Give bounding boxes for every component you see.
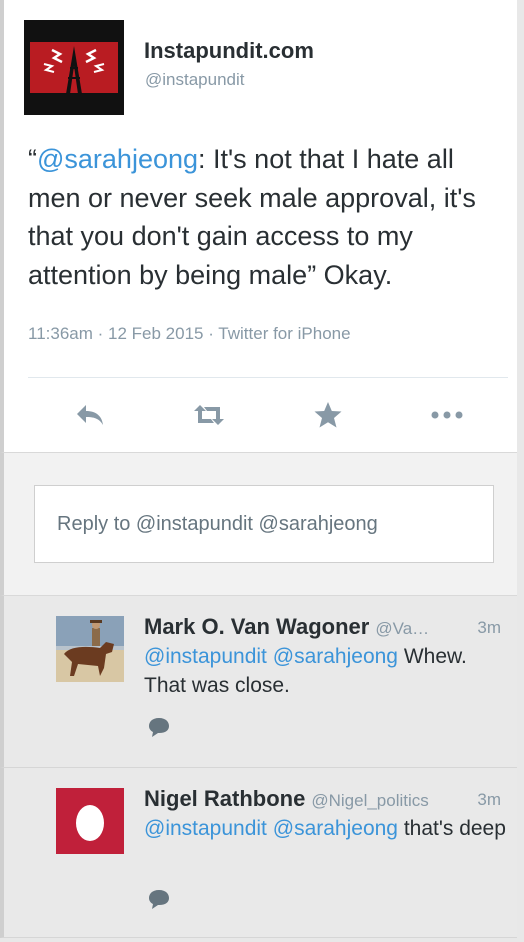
reply-time[interactable]: 3m bbox=[477, 618, 501, 638]
reply-text: @instapundit @sarahjeong that's deep bbox=[144, 814, 514, 843]
open-quote: “ bbox=[28, 144, 37, 174]
favorite-icon bbox=[314, 402, 342, 428]
reply-body: that's deep bbox=[397, 817, 506, 840]
author-name[interactable]: Instapundit.com bbox=[144, 38, 314, 64]
mention-link[interactable]: @instapundit bbox=[144, 645, 267, 668]
reply-author-line: Mark O. Van Wagoner @Va… bbox=[144, 614, 429, 640]
horse-rider-avatar-image bbox=[56, 616, 124, 682]
reply-icon bbox=[77, 405, 103, 425]
mark-avatar[interactable] bbox=[56, 616, 124, 682]
default-egg-avatar bbox=[56, 788, 124, 854]
reply-time[interactable]: 3m bbox=[477, 790, 501, 810]
reply-author-name[interactable]: Nigel Rathbone bbox=[144, 786, 305, 811]
tweet-date[interactable]: 12 Feb 2015 bbox=[93, 324, 204, 343]
reply-input[interactable] bbox=[35, 486, 493, 562]
mention-link[interactable]: @instapundit bbox=[144, 817, 267, 840]
favorite-button[interactable] bbox=[306, 393, 350, 437]
reply-action-button[interactable] bbox=[147, 716, 171, 738]
tweet-time[interactable]: 11:36am bbox=[28, 324, 93, 343]
reply-author-handle[interactable]: @Nigel_politics bbox=[311, 791, 428, 810]
retweet-button[interactable] bbox=[187, 393, 231, 437]
reply-composer bbox=[0, 452, 517, 596]
tweet-text: “@sarahjeong: It's not that I hate all m… bbox=[28, 140, 508, 294]
author-handle[interactable]: @instapundit bbox=[145, 70, 245, 90]
mention-link[interactable]: @sarahjeong bbox=[273, 645, 398, 668]
more-button[interactable] bbox=[425, 393, 469, 437]
reply-author-handle[interactable]: @Va… bbox=[375, 619, 429, 638]
more-icon bbox=[431, 411, 463, 419]
nigel-avatar[interactable] bbox=[56, 788, 124, 854]
reply-tweet[interactable]: Nigel Rathbone @Nigel_politics 3m @instap… bbox=[0, 768, 517, 938]
reply-author-line: Nigel Rathbone @Nigel_politics bbox=[144, 786, 429, 812]
retweet-icon bbox=[194, 405, 224, 425]
reply-action-button[interactable] bbox=[147, 888, 171, 910]
reply-author-name[interactable]: Mark O. Van Wagoner bbox=[144, 614, 369, 639]
window-edge bbox=[517, 0, 524, 942]
instapundit-avatar[interactable] bbox=[24, 20, 124, 115]
speech-bubble-icon bbox=[149, 890, 169, 909]
reply-text: @instapundit @sarahjeong Whew. That was … bbox=[144, 642, 514, 700]
reply-tweet[interactable]: Mark O. Van Wagoner @Va… 3m @instapundit … bbox=[0, 596, 517, 768]
speech-bubble-icon bbox=[149, 718, 169, 737]
mention-link[interactable]: @sarahjeong bbox=[273, 817, 398, 840]
main-tweet: Instapundit.com @instapundit “@sarahjeon… bbox=[0, 0, 517, 452]
divider bbox=[28, 377, 508, 378]
reply-button[interactable] bbox=[68, 393, 112, 437]
tweet-actions bbox=[4, 393, 521, 441]
tweet-source: Twitter for iPhone bbox=[203, 324, 350, 343]
radio-tower-icon bbox=[30, 28, 118, 107]
tweet-detail-panel: Instapundit.com @instapundit “@sarahjeon… bbox=[0, 0, 517, 942]
reply-box[interactable] bbox=[34, 485, 494, 563]
mention-link[interactable]: @sarahjeong bbox=[37, 144, 198, 174]
tweet-metadata: 11:36am12 Feb 2015Twitter for iPhone bbox=[28, 324, 351, 344]
